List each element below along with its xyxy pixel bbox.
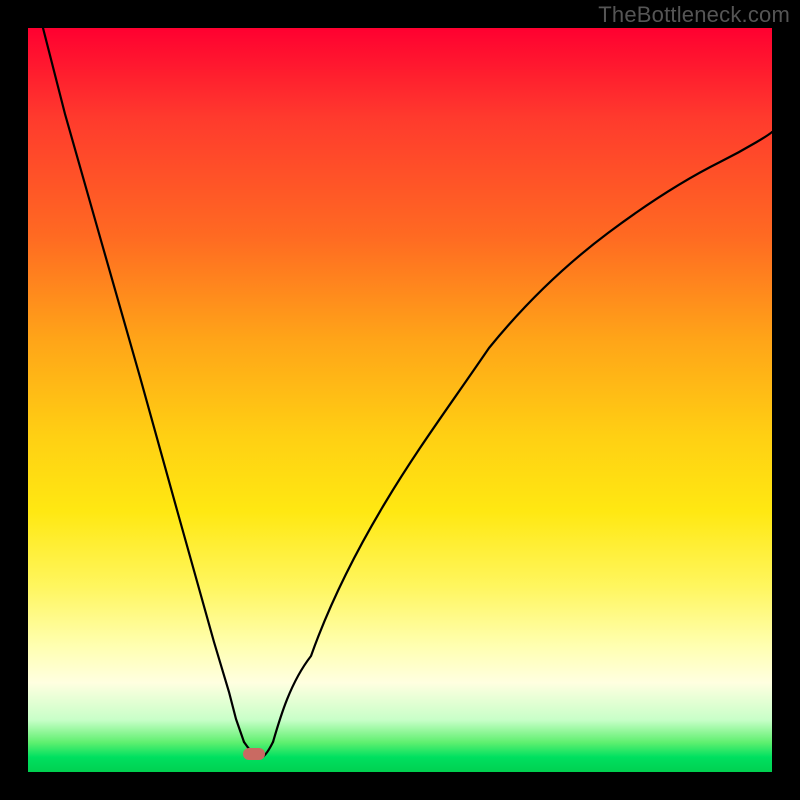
curve-left-branch (43, 28, 244, 742)
chart-container: TheBottleneck.com (0, 0, 800, 800)
line-plot-svg (28, 28, 772, 772)
plot-area (28, 28, 772, 772)
min-marker (243, 748, 265, 760)
curve-right-branch (273, 132, 772, 742)
watermark-text: TheBottleneck.com (598, 2, 790, 28)
